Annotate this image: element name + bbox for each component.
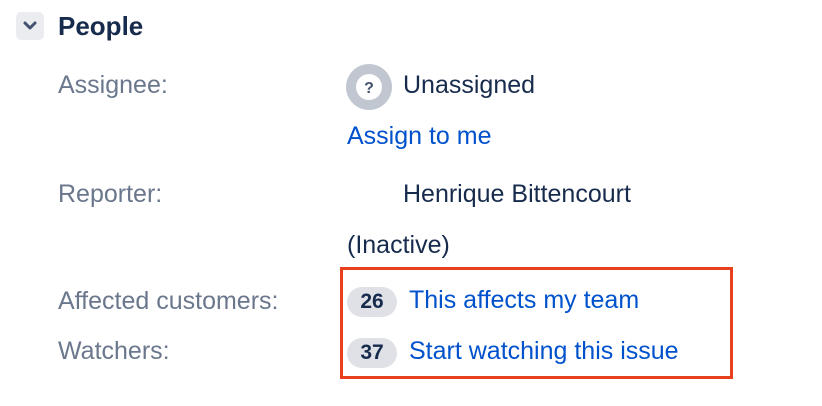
assignee-label: Assignee: [58,71,168,99]
affected-customers-label: Affected customers: [58,287,279,315]
collapse-toggle-button[interactable] [16,12,44,40]
svg-text:?: ? [364,80,374,97]
section-title: People [58,10,144,41]
assign-to-me-link[interactable]: Assign to me [347,122,492,151]
watchers-count-badge: 37 [347,338,397,368]
reporter-name[interactable]: Henrique Bittencourt [403,180,631,209]
chevron-down-icon [23,21,37,30]
assignee-value: Unassigned [403,71,536,99]
reporter-label: Reporter: [58,180,163,208]
reporter-status: (Inactive) [347,231,450,259]
unassigned-avatar-icon: ? [346,64,392,110]
affected-customers-count-badge: 26 [347,287,397,317]
this-affects-my-team-link[interactable]: This affects my team [409,286,639,315]
watchers-label: Watchers: [58,337,170,365]
start-watching-link[interactable]: Start watching this issue [409,337,679,366]
people-section-header: People [16,10,143,42]
